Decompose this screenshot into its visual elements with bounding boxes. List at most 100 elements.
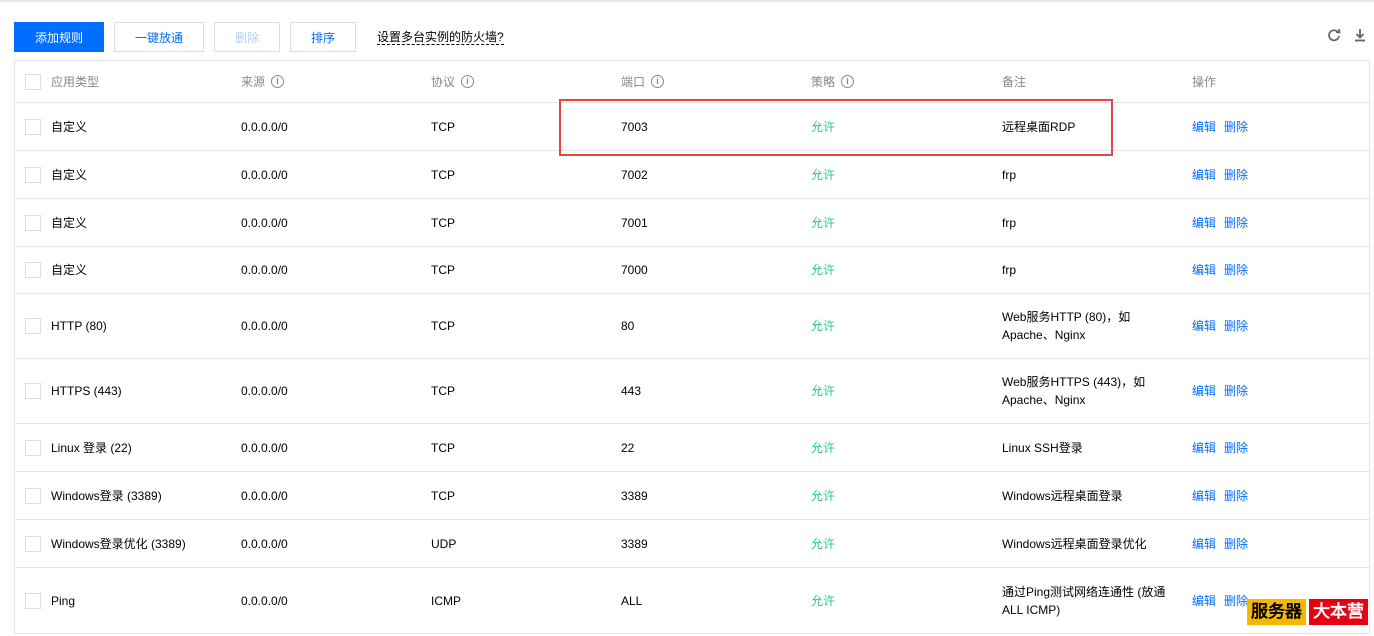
row-checkbox[interactable] (25, 166, 41, 183)
edit-link[interactable]: 编辑 (1192, 261, 1216, 279)
watermark-part1: 服务器 (1247, 599, 1306, 625)
cell-type: HTTPS (443) (51, 384, 122, 398)
edit-link[interactable]: 编辑 (1192, 439, 1216, 457)
table-row: 自定义 0.0.0.0/0 TCP 7002 允许 frp 编辑 删除 (15, 151, 1369, 199)
row-checkbox[interactable] (25, 214, 41, 231)
info-icon[interactable]: i (841, 75, 855, 88)
multi-instance-help-link[interactable]: 设置多台实例的防火墙? (377, 30, 504, 45)
cell-ops: 编辑 删除 (1192, 520, 1256, 567)
delete-link[interactable]: 删除 (1224, 118, 1248, 136)
cell-type: Ping (51, 593, 76, 608)
cell-type: HTTP (80) (51, 319, 107, 333)
cell-ops: 编辑 删除 (1192, 472, 1256, 519)
cell-policy: 允许 (811, 167, 836, 182)
cell-source: 0.0.0.0/0 (241, 319, 288, 333)
watermark-logo: 服务器 大本营 (1247, 599, 1368, 625)
cell-protocol: TCP (431, 488, 455, 503)
cell-type: 自定义 (51, 215, 88, 230)
cell-protocol: TCP (431, 167, 455, 182)
header-remark: 备注 (1002, 74, 1027, 89)
cell-policy: 允许 (811, 263, 836, 277)
cell-type: Linux 登录 (22) (51, 440, 132, 455)
cell-port: 80 (621, 319, 635, 333)
cell-policy: 允许 (811, 440, 836, 455)
delete-link[interactable]: 删除 (1224, 214, 1248, 232)
cell-policy: 允许 (811, 488, 836, 503)
cell-remark: Web服务HTTP (80)，如Apache、Nginx (1002, 310, 1131, 342)
delete-link[interactable]: 删除 (1224, 439, 1248, 457)
row-checkbox[interactable] (25, 487, 41, 504)
cell-protocol: TCP (431, 215, 455, 230)
cell-port: 443 (621, 384, 642, 398)
table-row: 自定义 0.0.0.0/0 TCP 7003 允许 远程桌面RDP 编辑 删除 (15, 103, 1369, 151)
delete-link[interactable]: 删除 (1224, 166, 1248, 184)
info-icon[interactable]: i (271, 75, 285, 88)
cell-source: 0.0.0.0/0 (241, 167, 288, 182)
cell-policy: 允许 (811, 593, 836, 608)
row-checkbox[interactable] (25, 383, 41, 399)
info-icon[interactable]: i (651, 75, 665, 88)
table-row: 自定义 0.0.0.0/0 TCP 7000 允许 frp 编辑 删除 (15, 247, 1369, 294)
row-checkbox[interactable] (25, 262, 41, 278)
info-icon[interactable]: i (461, 75, 475, 88)
delete-link[interactable]: 删除 (1224, 535, 1248, 553)
header-policy: 策略 i (811, 61, 855, 102)
add-rule-button[interactable]: 添加规则 (14, 22, 104, 52)
cell-ops: 编辑 删除 (1192, 424, 1256, 471)
cell-policy: 允许 (811, 119, 836, 134)
cell-port: 7002 (621, 167, 648, 182)
row-checkbox[interactable] (25, 118, 41, 135)
header-ops: 操作 (1192, 74, 1217, 89)
table-row: Windows登录 (3389) 0.0.0.0/0 TCP 3389 允许 Window… (15, 472, 1369, 520)
delete-button[interactable]: 删除 (214, 22, 280, 52)
delete-link[interactable]: 删除 (1224, 317, 1248, 335)
table-body: 自定义 0.0.0.0/0 TCP 7003 允许 远程桌面RDP 编辑 删除 自定义 0.0.0… (15, 103, 1369, 633)
delete-link[interactable]: 删除 (1224, 261, 1248, 279)
cell-protocol: UDP (431, 536, 457, 551)
delete-link[interactable]: 删除 (1224, 382, 1248, 400)
cell-policy: 允许 (811, 319, 836, 333)
cell-ops: 编辑 删除 (1192, 199, 1256, 246)
delete-link[interactable]: 删除 (1224, 487, 1248, 505)
select-all-checkbox[interactable] (25, 73, 41, 90)
refresh-icon[interactable] (1326, 28, 1342, 44)
header-port: 端口 i (621, 61, 665, 102)
cell-policy: 允许 (811, 215, 836, 230)
cell-remark: 通过Ping测试网络连通性 (放通ALL ICMP) (1002, 584, 1166, 617)
cell-port: 3389 (621, 536, 648, 551)
cell-remark: frp (1002, 167, 1017, 182)
table-header: 应用类型 来源 i 协议 i 端口 i 策略 i 备注 操作 (15, 61, 1369, 103)
edit-link[interactable]: 编辑 (1192, 535, 1216, 553)
table-row: 自定义 0.0.0.0/0 TCP 7001 允许 frp 编辑 删除 (15, 199, 1369, 247)
row-checkbox[interactable] (25, 318, 41, 334)
header-type: 应用类型 (51, 74, 100, 89)
cell-protocol: TCP (431, 440, 455, 455)
delete-link[interactable]: 删除 (1224, 592, 1248, 610)
cell-policy: 允许 (811, 384, 836, 398)
edit-link[interactable]: 编辑 (1192, 592, 1216, 610)
table-row: Ping 0.0.0.0/0 ICMP ALL 允许 通过Ping测试网络连通性 (放通A… (15, 568, 1369, 633)
download-icon[interactable] (1352, 28, 1368, 44)
row-checkbox[interactable] (25, 535, 41, 552)
table-row: HTTP (80) 0.0.0.0/0 TCP 80 允许 Web服务HTTP (80)，… (15, 294, 1369, 359)
cell-ops: 编辑 删除 (1192, 294, 1256, 358)
table-row: HTTPS (443) 0.0.0.0/0 TCP 443 允许 Web服务HTTPS (… (15, 359, 1369, 424)
cell-ops: 编辑 删除 (1192, 359, 1256, 423)
cell-source: 0.0.0.0/0 (241, 536, 288, 551)
firewall-page: 添加规则 一键放通 删除 排序 设置多台实例的防火墙? 应用类型 来源 i 协议 i… (0, 2, 1374, 636)
sort-button[interactable]: 排序 (290, 22, 356, 52)
edit-link[interactable]: 编辑 (1192, 317, 1216, 335)
edit-link[interactable]: 编辑 (1192, 487, 1216, 505)
edit-link[interactable]: 编辑 (1192, 166, 1216, 184)
edit-link[interactable]: 编辑 (1192, 118, 1216, 136)
edit-link[interactable]: 编辑 (1192, 382, 1216, 400)
cell-source: 0.0.0.0/0 (241, 384, 288, 398)
cell-source: 0.0.0.0/0 (241, 119, 288, 134)
row-checkbox[interactable] (25, 592, 41, 609)
edit-link[interactable]: 编辑 (1192, 214, 1216, 232)
open-all-button[interactable]: 一键放通 (114, 22, 204, 52)
cell-port: 3389 (621, 488, 648, 503)
cell-source: 0.0.0.0/0 (241, 263, 288, 277)
row-checkbox[interactable] (25, 439, 41, 456)
cell-protocol: TCP (431, 384, 455, 398)
